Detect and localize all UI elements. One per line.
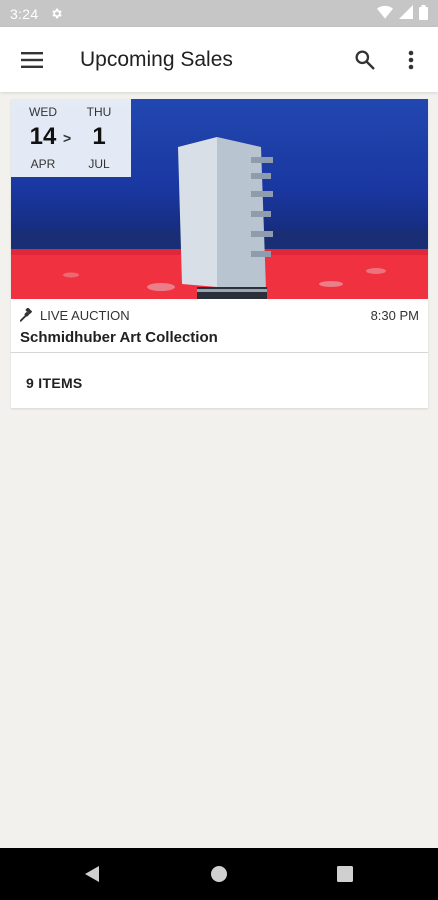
start-month: APR [30, 157, 56, 171]
sale-type-label: LIVE AUCTION [40, 307, 130, 323]
status-bar: 3:24 [0, 0, 438, 27]
date-range-separator: > [63, 130, 72, 146]
page-title: Upcoming Sales [80, 47, 233, 71]
recents-square-icon[interactable] [315, 848, 375, 900]
cell-signal-icon [399, 5, 413, 22]
system-nav-bar [0, 848, 438, 900]
more-vertical-icon[interactable] [388, 27, 434, 92]
back-triangle-icon[interactable] [62, 848, 122, 900]
wifi-icon [377, 5, 393, 22]
hamburger-menu-icon[interactable] [0, 27, 64, 92]
sale-artwork-image: WED 14 APR > THU 1 JUL [11, 99, 428, 299]
start-weekday: WED [29, 105, 57, 119]
status-time: 3:24 [10, 5, 39, 22]
home-circle-icon[interactable] [189, 848, 249, 900]
date-range-badge: WED 14 APR > THU 1 JUL [11, 99, 131, 177]
app-bar: Upcoming Sales [0, 27, 438, 92]
end-month: JUL [88, 157, 110, 171]
end-weekday: THU [86, 105, 112, 119]
battery-icon [419, 4, 428, 23]
card-divider [11, 352, 428, 353]
sale-card[interactable]: WED 14 APR > THU 1 JUL LIVE AUCTION 8:30… [11, 99, 428, 408]
start-day: 14 [29, 123, 57, 150]
search-icon[interactable] [340, 27, 388, 92]
sale-info-row: LIVE AUCTION 8:30 PM [20, 306, 419, 324]
gavel-icon [20, 307, 35, 323]
sale-time: 8:30 PM [370, 307, 419, 323]
settings-gear-icon [50, 7, 63, 20]
end-day: 1 [92, 123, 106, 150]
items-count-link[interactable]: 9 ITEMS [26, 375, 83, 391]
sale-title: Schmidhuber Art Collection [20, 329, 218, 346]
